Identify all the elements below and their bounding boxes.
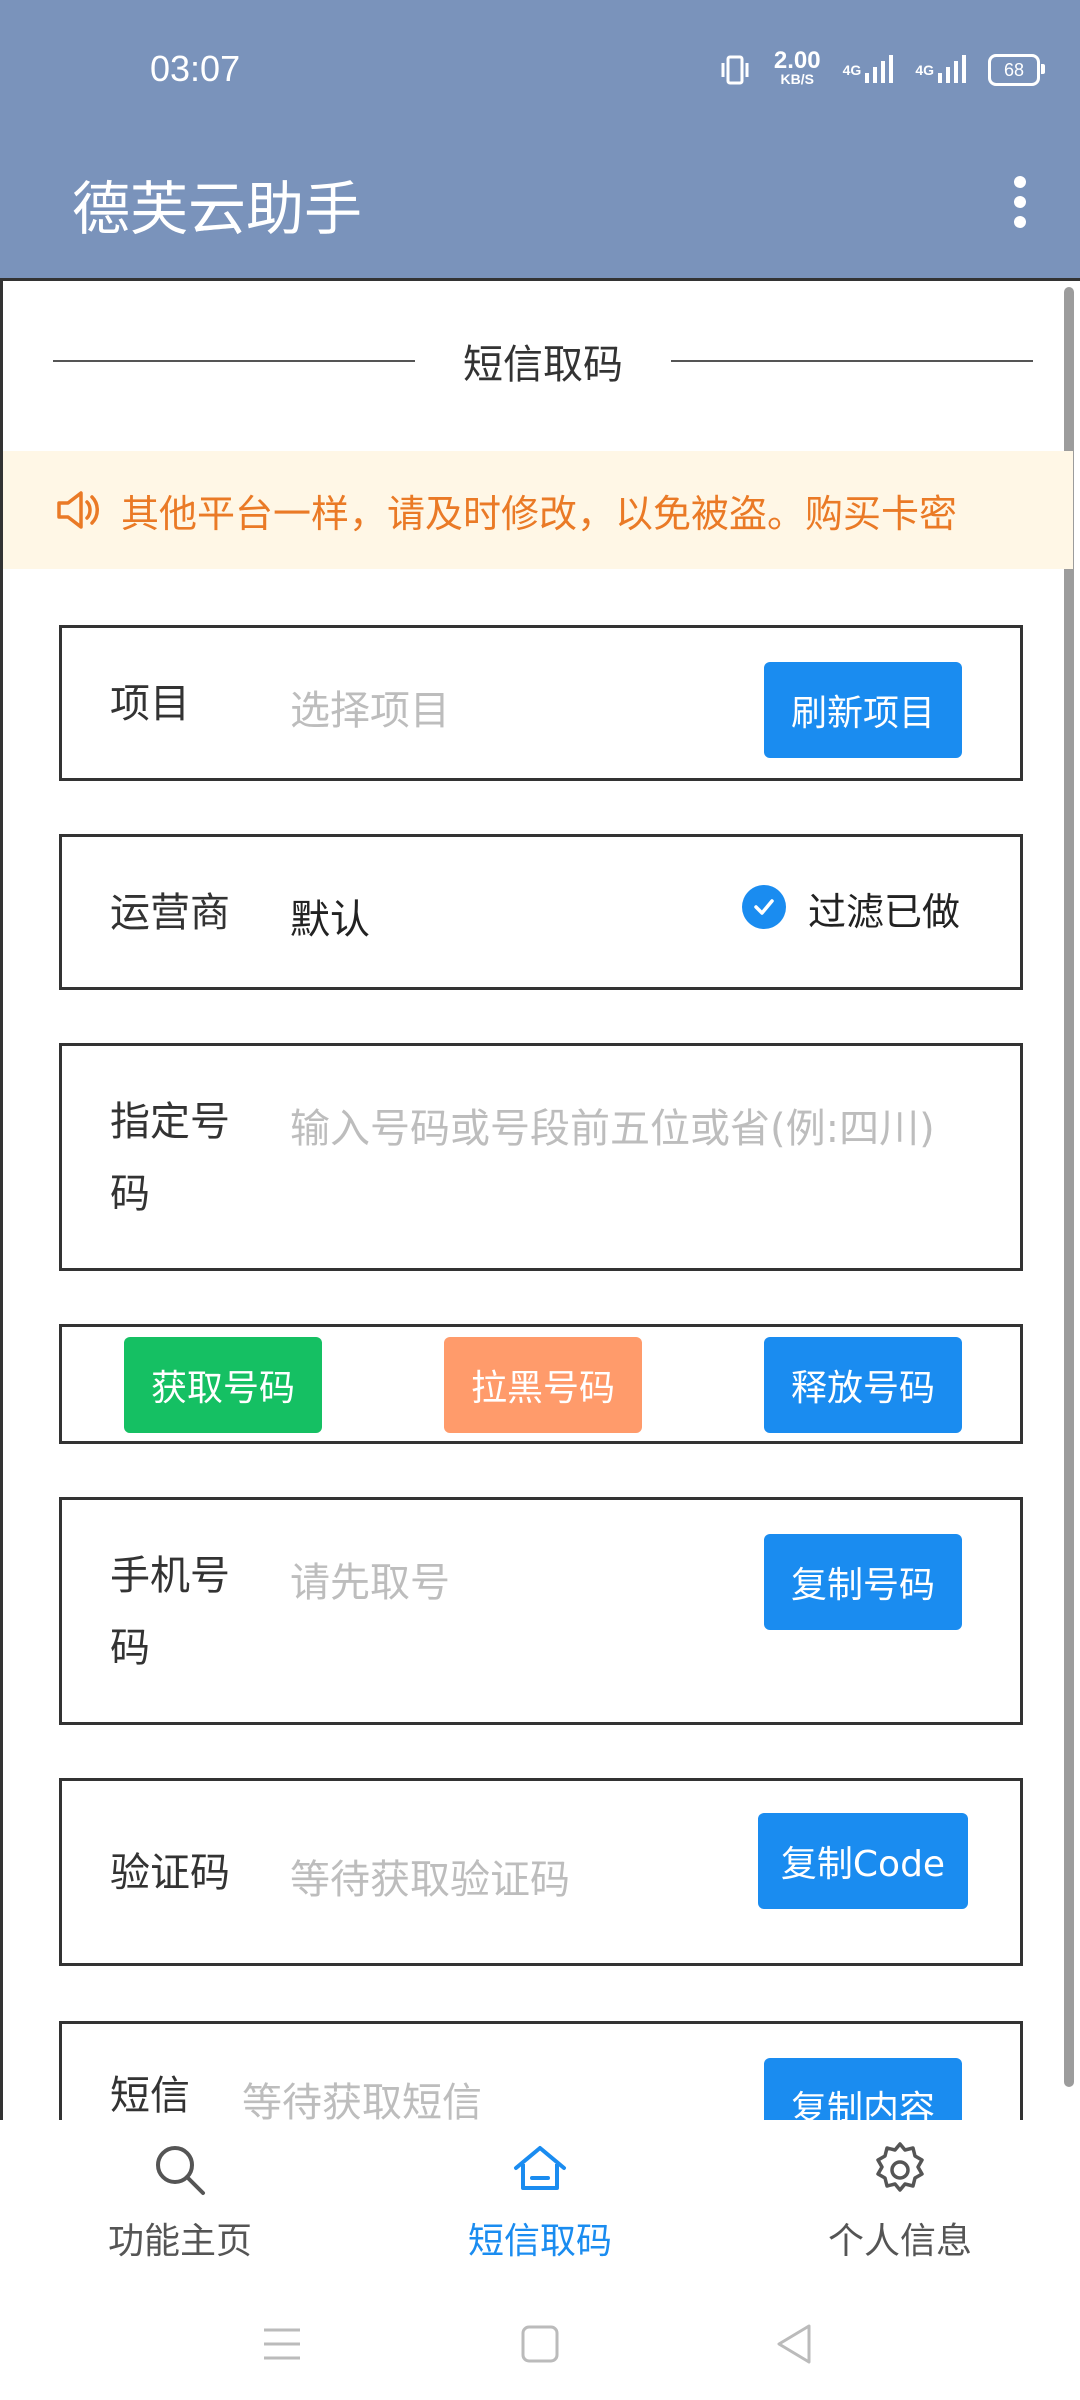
status-time: 03:07 bbox=[150, 48, 241, 89]
speaker-icon bbox=[57, 491, 99, 529]
search-icon bbox=[156, 2146, 205, 2195]
refresh-project-button[interactable]: 刷新项目 bbox=[764, 662, 962, 758]
release-number-button[interactable]: 释放号码 bbox=[764, 1337, 962, 1433]
home-icon bbox=[514, 2146, 566, 2190]
check-icon bbox=[754, 899, 774, 915]
nav-item-sms[interactable]: 短信取码 bbox=[360, 2120, 720, 2280]
bottom-nav: 功能主页 短信取码 个人信息 bbox=[0, 2120, 1080, 2280]
back-icon[interactable] bbox=[774, 2322, 814, 2366]
project-select[interactable]: 选择项目 bbox=[290, 678, 450, 736]
status-icons: 2.00 KB/S 4G 4G 68 bbox=[718, 47, 1045, 88]
operator-select[interactable]: 默认 bbox=[290, 887, 370, 945]
divider bbox=[53, 360, 415, 362]
operator-label: 运营商 bbox=[110, 890, 230, 936]
system-nav-bar bbox=[0, 2280, 1080, 2400]
section-header: 短信取码 bbox=[53, 341, 1033, 388]
network-speed: 2.00 KB/S bbox=[773, 47, 821, 88]
nav-item-home[interactable]: 功能主页 bbox=[0, 2120, 360, 2280]
copy-code-button[interactable]: 复制Code bbox=[758, 1813, 968, 1909]
home-button-icon[interactable] bbox=[520, 2324, 560, 2364]
filter-checkbox[interactable] bbox=[742, 885, 786, 929]
signal-icon: 4G bbox=[843, 55, 894, 85]
notice-text: 其他平台一样，请及时修改，以免被盗。购买卡密 bbox=[121, 491, 958, 536]
vibrate-icon bbox=[718, 53, 752, 87]
notice-bar: 其他平台一样，请及时修改，以免被盗。购买卡密 bbox=[3, 451, 1073, 569]
status-bar: 03:07 2.00 KB/S 4G 4G 68 bbox=[0, 0, 1080, 130]
phone-number-field[interactable]: 请先取号 bbox=[290, 1550, 450, 1608]
phone-number-label: 手机号码 bbox=[110, 1553, 230, 1671]
signal-icon: 4G bbox=[915, 55, 966, 85]
nav-item-profile[interactable]: 个人信息 bbox=[720, 2120, 1080, 2280]
divider bbox=[671, 360, 1033, 362]
phone-number-row: 手机号码 请先取号 复制号码 bbox=[59, 1497, 1023, 1725]
designated-number-row: 指定号码 输入号码或号段前五位或省(例:四川) bbox=[59, 1043, 1023, 1271]
gear-icon bbox=[876, 2142, 924, 2192]
more-menu-icon[interactable] bbox=[1000, 170, 1040, 240]
verification-code-field[interactable]: 等待获取验证码 bbox=[290, 1847, 570, 1905]
operator-row: 运营商 默认 过滤已做 bbox=[59, 834, 1023, 990]
verification-code-label: 验证码 bbox=[110, 1850, 230, 1896]
project-row: 项目 选择项目 刷新项目 bbox=[59, 625, 1023, 781]
copy-number-button[interactable]: 复制号码 bbox=[764, 1534, 962, 1630]
blacklist-number-button[interactable]: 拉黑号码 bbox=[444, 1337, 642, 1433]
designated-number-label: 指定号码 bbox=[110, 1099, 230, 1217]
app-bar: 德芙云助手 bbox=[0, 130, 1080, 280]
main-content: 短信取码 其他平台一样，请及时修改，以免被盗。购买卡密 项目 选择项目 刷新项目… bbox=[0, 278, 1080, 2161]
app-title: 德芙云助手 bbox=[72, 177, 363, 242]
number-actions-row: 获取号码 拉黑号码 释放号码 bbox=[59, 1324, 1023, 1444]
project-label: 项目 bbox=[110, 681, 190, 727]
verification-code-row: 验证码 等待获取验证码 复制Code bbox=[59, 1778, 1023, 1966]
section-title: 短信取码 bbox=[463, 342, 623, 388]
get-number-button[interactable]: 获取号码 bbox=[124, 1337, 322, 1433]
filter-label[interactable]: 过滤已做 bbox=[808, 881, 960, 936]
menu-icon[interactable] bbox=[262, 2326, 302, 2362]
designated-number-input[interactable]: 输入号码或号段前五位或省(例:四川) bbox=[290, 1096, 935, 1154]
battery-icon: 68 bbox=[988, 54, 1045, 86]
